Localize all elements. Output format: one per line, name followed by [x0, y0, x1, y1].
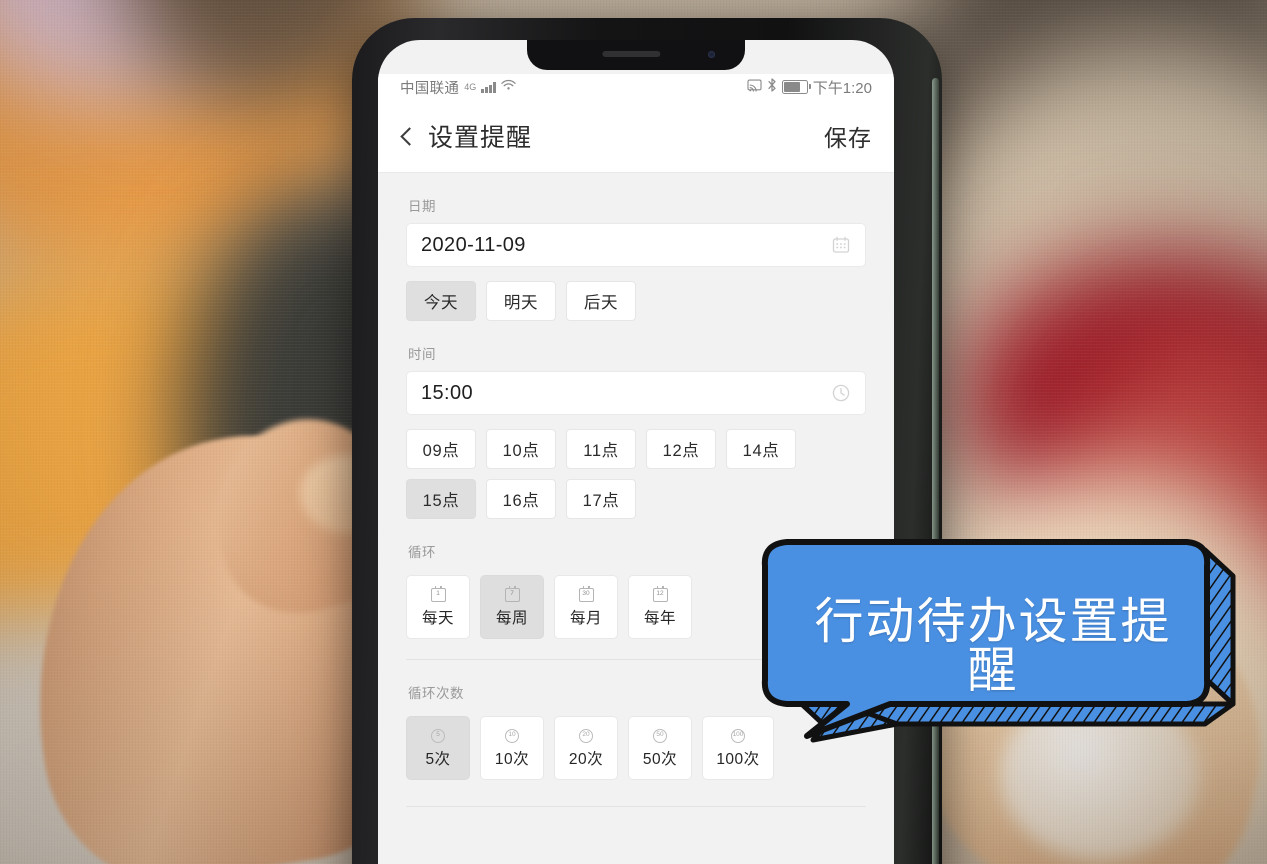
status-bar: 中国联通 4G 下午1:20 [378, 74, 894, 100]
date-input-value: 2020-11-09 [421, 233, 526, 256]
hour-chip-1[interactable]: 10点 [486, 429, 556, 469]
cycle-count-tile-label: 10次 [494, 751, 530, 768]
cycle-tile-3[interactable]: 12 每年 [628, 575, 692, 639]
time-input[interactable]: 15:00 [406, 371, 866, 415]
carrier-name: 中国联通 [400, 80, 460, 97]
hour-chip-6[interactable]: 16点 [486, 479, 556, 519]
repeat-count-icon: 50 [652, 727, 669, 744]
save-button[interactable]: 保存 [824, 119, 872, 153]
date-chip-0[interactable]: 今天 [406, 281, 476, 321]
cycle-count-tile-3[interactable]: 50 50次 [628, 716, 692, 780]
cycle-tile-0[interactable]: 1 每天 [406, 575, 470, 639]
cycle-count-tile-2[interactable]: 20 20次 [554, 716, 618, 780]
clock-icon[interactable] [831, 383, 851, 403]
calendar-badge-icon: 30 [578, 585, 595, 603]
cycle-count-tile-label: 5次 [425, 751, 451, 768]
cycle-tile-label: 每年 [643, 610, 676, 627]
repeat-count-icon: 20 [578, 727, 595, 744]
phone-notch [527, 40, 745, 70]
section-divider-bottom [406, 806, 866, 807]
cycle-tile-2[interactable]: 30 每月 [554, 575, 618, 639]
navigation-bar: 设置提醒 保存 [378, 100, 894, 173]
cast-icon [747, 79, 762, 96]
status-bar-time: 下午1:20 [812, 79, 872, 97]
cycle-count-tile-label: 20次 [568, 751, 604, 768]
date-input[interactable]: 2020-11-09 [406, 223, 866, 267]
cycle-count-tile-0[interactable]: 5 5次 [406, 716, 470, 780]
date-section-label: 日期 [408, 199, 436, 214]
calendar-badge-icon: 12 [652, 585, 669, 603]
hour-chip-2[interactable]: 11点 [566, 429, 636, 469]
bluetooth-icon [767, 78, 777, 96]
date-section: 日期 2020-11-09 今天 明天 后天 [378, 195, 894, 321]
annotation-callout: 行动待办设置提醒 [735, 528, 1255, 768]
cycle-tile-label: 每天 [421, 610, 454, 627]
hour-chip-4[interactable]: 14点 [726, 429, 796, 469]
battery-icon [781, 80, 811, 94]
date-chip-1[interactable]: 明天 [486, 281, 556, 321]
calendar-badge-icon: 1 [430, 585, 447, 603]
hour-chip-0[interactable]: 09点 [406, 429, 476, 469]
cycle-count-tile-1[interactable]: 10 10次 [480, 716, 544, 780]
cycle-tile-1[interactable]: 7 每周 [480, 575, 544, 639]
hour-chip-3[interactable]: 12点 [646, 429, 716, 469]
time-section: 时间 15:00 09点 10点 11点 12点 14点 15点 16点 17点 [378, 343, 894, 519]
cycle-tile-label: 每周 [495, 610, 528, 627]
calendar-badge-icon: 7 [504, 585, 521, 603]
cycle-tile-label: 每月 [569, 610, 602, 627]
screenshot-stage: 中国联通 4G 下午1:20 设置提醒 保存 日期 2020-11-09 今天 … [0, 0, 1267, 864]
time-section-label: 时间 [408, 347, 436, 362]
chevron-left-icon[interactable] [400, 126, 419, 146]
repeat-count-icon: 10 [504, 727, 521, 744]
signal-strength-icon [481, 81, 496, 93]
cycle-count-tile-label: 50次 [642, 751, 678, 768]
repeat-count-icon: 5 [430, 727, 447, 744]
network-type-label: 4G [464, 82, 477, 92]
hour-chip-7[interactable]: 17点 [566, 479, 636, 519]
date-chip-2[interactable]: 后天 [566, 281, 636, 321]
hour-chip-5[interactable]: 15点 [406, 479, 476, 519]
earpiece-speaker [602, 51, 661, 57]
wifi-icon [501, 79, 516, 95]
page-title: 设置提醒 [428, 124, 533, 152]
hour-quick-chips: 09点 10点 11点 12点 14点 15点 16点 17点 [406, 429, 866, 519]
callout-text: 行动待办设置提醒 [814, 595, 1172, 698]
calendar-icon[interactable] [831, 235, 851, 255]
date-quick-chips: 今天 明天 后天 [406, 281, 866, 321]
time-input-value: 15:00 [421, 381, 474, 404]
front-camera [708, 51, 715, 58]
